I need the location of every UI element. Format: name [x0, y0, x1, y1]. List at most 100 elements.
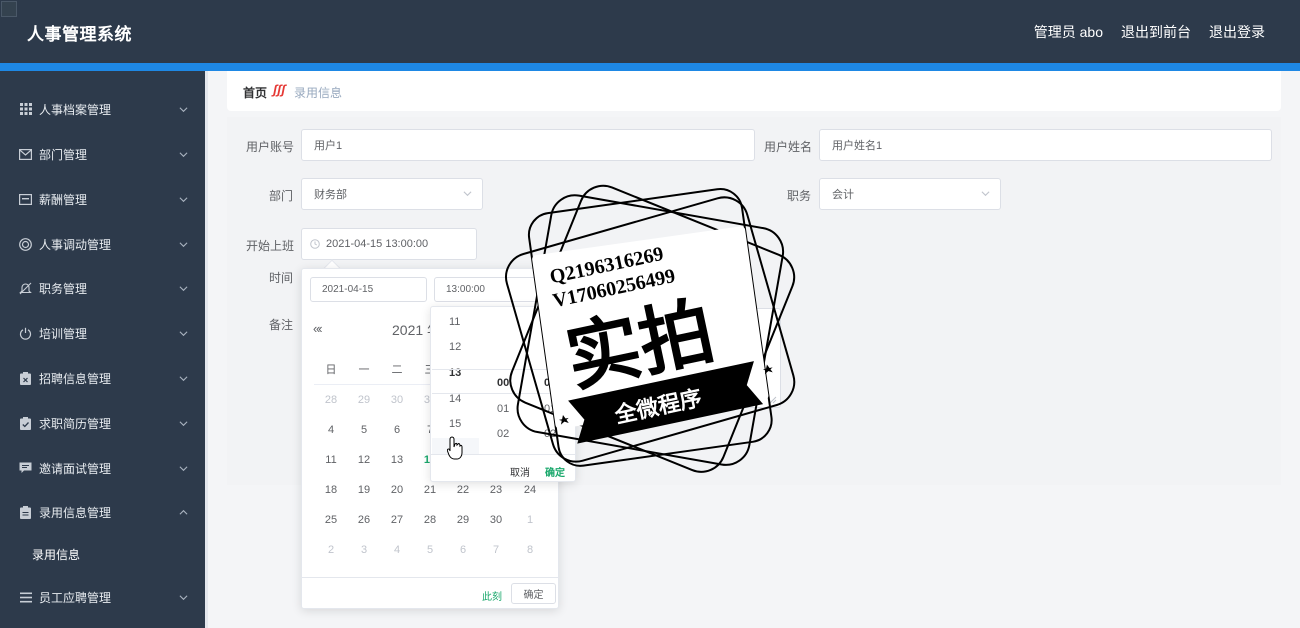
sidebar-item-resume[interactable]: 求职简历管理	[0, 408, 205, 438]
user-name-value: 用户姓名1	[832, 140, 883, 152]
calendar-day[interactable]: 30	[484, 514, 508, 526]
user-account-input[interactable]: 用户1	[301, 129, 755, 161]
start-time-label-2: 时间	[269, 271, 294, 285]
chevron-down-icon	[179, 241, 188, 247]
sidebar-item-recruitment[interactable]: 招聘信息管理	[0, 363, 205, 393]
logout-link[interactable]: 退出登录	[1209, 22, 1265, 42]
start-time-value: 2021-04-15 13:00:00	[326, 238, 429, 250]
calendar-day[interactable]: 21	[418, 484, 442, 496]
remark-label: 备注	[269, 318, 294, 332]
user-name-input[interactable]: 用户姓名1	[819, 129, 1272, 161]
header-links: 管理员 abo 退出到前台 退出登录	[1034, 22, 1265, 42]
calendar-day[interactable]: 2	[319, 544, 343, 556]
sidebar-item-label: 员工应聘管理	[39, 590, 112, 605]
clipboard-icon	[19, 505, 32, 519]
calendar-day[interactable]: 28	[418, 514, 442, 526]
hour-option[interactable]: 14	[449, 393, 461, 405]
card-icon	[19, 193, 32, 206]
chat-icon	[19, 462, 32, 475]
department-select[interactable]: 财务部	[301, 178, 483, 210]
calendar-day[interactable]: 4	[319, 424, 343, 436]
sidebar-subitem-hiring-info[interactable]: 录用信息	[0, 539, 205, 569]
clipboard-x-icon	[19, 371, 32, 385]
sidebar-item-label: 人事档案管理	[39, 102, 112, 117]
window-corner-icon	[1, 1, 17, 17]
sidebar-item-label: 人事调动管理	[39, 237, 112, 252]
calendar-day[interactable]: 27	[385, 514, 409, 526]
calendar-day[interactable]: 28	[319, 394, 343, 406]
user-account-value: 用户1	[314, 140, 343, 152]
calendar-day[interactable]: 26	[352, 514, 376, 526]
power-icon	[19, 327, 32, 340]
chevron-down-icon	[179, 420, 188, 426]
sidebar-item-interview[interactable]: 邀请面试管理	[0, 453, 205, 483]
list-icon	[19, 591, 32, 604]
admin-user-link[interactable]: 管理员 abo	[1034, 22, 1103, 42]
calendar-day[interactable]: 6	[451, 544, 475, 556]
chevron-down-icon	[463, 191, 472, 197]
grid-icon	[19, 103, 32, 116]
start-time-input[interactable]: 2021-04-15 13:00:00	[301, 228, 477, 260]
calendar-day[interactable]: 13	[385, 454, 409, 466]
picker-ok-label: 确定	[523, 590, 544, 601]
clock-icon	[310, 239, 320, 249]
calendar-day[interactable]: 5	[352, 424, 376, 436]
mail-icon	[19, 148, 32, 161]
sidebar-item-label: 部门管理	[39, 147, 88, 162]
breadcrumb-home[interactable]: 首页	[243, 84, 267, 101]
calendar-day[interactable]: 11	[319, 454, 343, 466]
exit-to-frontend-link[interactable]: 退出到前台	[1121, 22, 1191, 42]
calendar-day[interactable]: 7	[484, 544, 508, 556]
sidebar-item-label: 招聘信息管理	[39, 371, 112, 386]
sidebar-item-training[interactable]: 培训管理	[0, 318, 205, 348]
breadcrumb: 首页 ʃʃʃ 录用信息	[227, 71, 1281, 111]
sidebar-item-applications[interactable]: 员工应聘管理	[0, 582, 205, 612]
sidebar-item-position[interactable]: 职务管理	[0, 273, 205, 303]
calendar-day[interactable]: 29	[451, 514, 475, 526]
top-header: 人事管理系统 管理员 abo 退出到前台 退出登录	[0, 0, 1300, 63]
target-icon	[19, 237, 32, 251]
calendar-day[interactable]: 23	[484, 484, 508, 496]
hour-option[interactable]: 11	[449, 316, 460, 328]
department-value: 财务部	[314, 189, 347, 201]
picker-ok-button[interactable]: 确定	[511, 583, 556, 604]
sidebar-item-department[interactable]: 部门管理	[0, 139, 205, 169]
hour-option[interactable]: 15	[449, 418, 461, 430]
sidebar-item-label: 培训管理	[39, 326, 88, 341]
breadcrumb-current: 录用信息	[294, 86, 343, 100]
sidebar-item-personnel-records[interactable]: 人事档案管理	[0, 94, 205, 124]
calendar-day[interactable]: 25	[319, 514, 343, 526]
calendar-day[interactable]: 18	[319, 484, 343, 496]
chevron-down-icon	[179, 285, 188, 291]
position-select[interactable]: 会计	[819, 178, 1001, 210]
calendar-day[interactable]: 29	[352, 394, 376, 406]
calendar-day[interactable]: 3	[352, 544, 376, 556]
clipboard-check-icon	[19, 416, 32, 430]
sidebar-item-salary[interactable]: 薪酬管理	[0, 184, 205, 214]
calendar-day[interactable]: 4	[385, 544, 409, 556]
chevron-down-icon	[179, 151, 188, 157]
calendar-day[interactable]: 12	[352, 454, 376, 466]
calendar-day[interactable]: 5	[418, 544, 442, 556]
calendar-day[interactable]: 19	[352, 484, 376, 496]
now-button[interactable]: 此刻	[482, 588, 502, 603]
user-name-label: 用户姓名	[764, 140, 813, 154]
calendar-day[interactable]: 20	[385, 484, 409, 496]
picker-date-input[interactable]: 2021-04-15	[310, 277, 427, 302]
picker-footer-divider	[302, 577, 558, 578]
sidebar-item-transfer[interactable]: 人事调动管理	[0, 229, 205, 259]
calendar-day[interactable]: 30	[385, 394, 409, 406]
chevron-down-icon	[179, 106, 188, 112]
calendar-day[interactable]: 6	[385, 424, 409, 436]
sidebar-item-label: 求职简历管理	[39, 416, 112, 431]
calendar-day[interactable]: 1	[518, 514, 542, 526]
hour-option[interactable]: 12	[449, 341, 461, 353]
sidebar-item-label: 邀请面试管理	[39, 461, 112, 476]
prev-year-month-icon[interactable]: «‹	[313, 321, 322, 336]
calendar-day[interactable]: 8	[518, 544, 542, 556]
sidebar-item-hiring-info[interactable]: 录用信息管理	[0, 497, 205, 527]
sidebar-item-label: 职务管理	[39, 281, 88, 296]
chevron-down-icon	[179, 594, 188, 600]
calendar-day[interactable]: 22	[451, 484, 475, 496]
calendar-day[interactable]: 24	[518, 484, 542, 496]
